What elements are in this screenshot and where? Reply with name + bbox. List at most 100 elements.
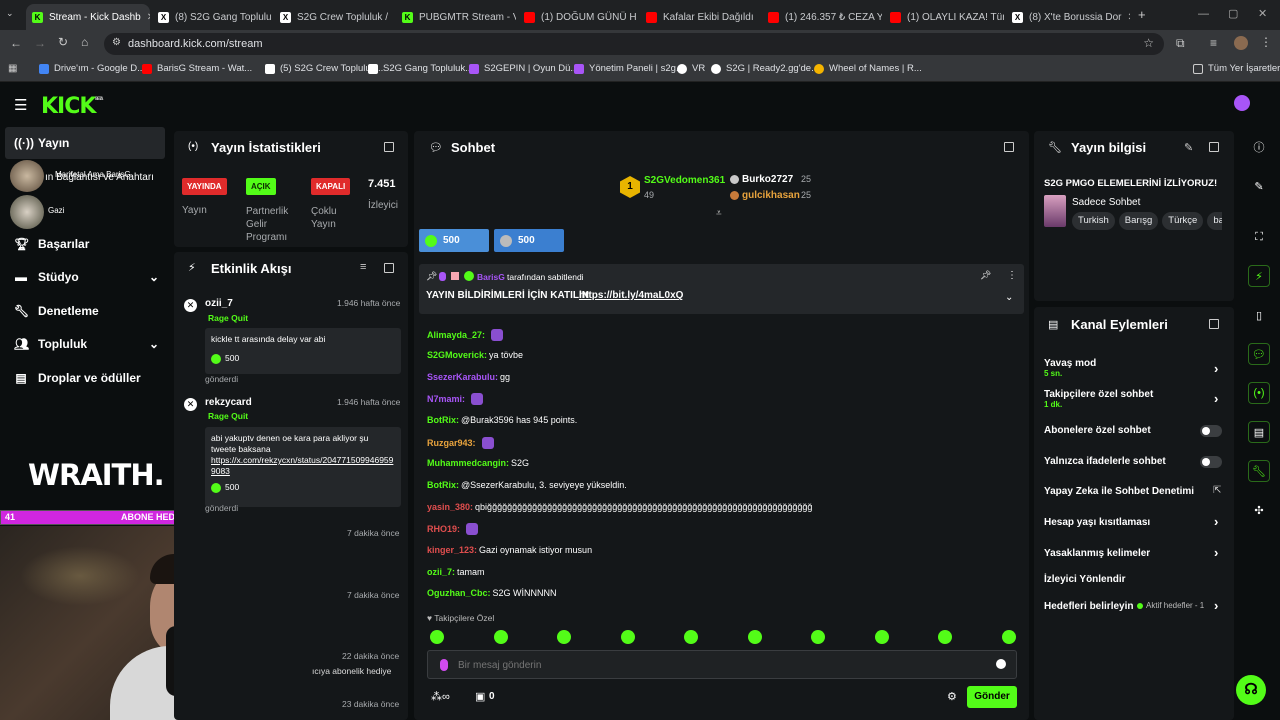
goals-row[interactable]: Hedefleri belirleyin [1044, 601, 1133, 612]
close-icon[interactable]: ✕ [637, 12, 638, 23]
followers-only-row[interactable]: Takipçilere özel sohbet 1 dk. [1044, 389, 1153, 409]
sidebar-item-droplar[interactable]: ▤ Droplar ve ödüller [14, 371, 140, 385]
popout-icon[interactable] [384, 263, 394, 273]
emote-icon[interactable] [620, 630, 635, 644]
message-link[interactable]: https://x.com/rekzycxn/status/2047715099… [211, 455, 395, 477]
chat-input-field[interactable] [427, 650, 1017, 679]
chat-username[interactable]: BotRix: [427, 480, 459, 490]
chat-username[interactable]: yasin_380: [427, 502, 473, 512]
filter-icon[interactable]: ≡ [360, 261, 366, 273]
wrench-tool-icon[interactable]: 🔧︎ [1248, 460, 1270, 482]
chat-username[interactable]: RHO19: [427, 524, 460, 534]
category-name[interactable]: Sadece Sohbet [1072, 197, 1140, 208]
user-avatar[interactable] [1234, 95, 1250, 111]
emote-icon[interactable] [493, 630, 508, 644]
chat-username[interactable]: Ruzgar943: [427, 438, 476, 448]
emote-icon[interactable] [557, 630, 571, 644]
back-icon[interactable]: ← [10, 36, 22, 50]
external-link-icon[interactable]: ⇱ [1213, 485, 1221, 496]
top-gifter-2[interactable]: Burko2727 [742, 174, 793, 185]
sidebar-item-denetleme[interactable]: 🔧︎ Denetleme [14, 304, 99, 318]
tab-youtube-3[interactable]: (1) 246.357 ₺ CEZA Y✕ [762, 4, 882, 30]
bookmark-s2g-crew[interactable]: (5) S2G Crew Topluluk... [265, 63, 383, 74]
popout-icon[interactable] [1004, 142, 1014, 152]
prediction-chip-1[interactable]: 500 [419, 229, 489, 252]
emote-icon[interactable] [747, 630, 762, 644]
close-icon[interactable]: ✕ [754, 12, 761, 23]
chevron-right-icon[interactable]: › [1214, 598, 1218, 613]
raid-row[interactable]: İzleyici Yönlendir [1044, 574, 1126, 585]
sidebar-item-basarilar[interactable]: 🏆︎ Başarılar [14, 237, 89, 251]
chat-username[interactable]: N7mami: [427, 394, 465, 404]
menu-icon[interactable]: ⋮ [1260, 35, 1272, 49]
popout-icon[interactable] [1209, 319, 1219, 329]
site-info-icon[interactable]: ⚙ [112, 37, 121, 48]
crop-icon[interactable]: ⛶ [1248, 226, 1270, 248]
emote-icon[interactable] [1001, 630, 1016, 644]
tab-search-icon[interactable]: ⌄ [6, 8, 14, 19]
bookmark-vr[interactable]: VR [677, 63, 705, 74]
chevron-right-icon[interactable]: › [1214, 391, 1218, 406]
info-icon[interactable]: ⓘ [1248, 136, 1270, 158]
tab-x-borussia[interactable]: X (8) X'te Borussia Dor✕ [1006, 4, 1130, 30]
kick-logo[interactable]: KICK BETA [41, 94, 103, 119]
chat-input[interactable] [458, 656, 978, 674]
chat-username[interactable]: BotRix: [427, 415, 459, 425]
pinned-by-user[interactable]: BarisG [477, 272, 505, 282]
prediction-chip-2[interactable]: 500 [494, 229, 564, 252]
chat-username[interactable]: S2GMoverick: [427, 350, 487, 360]
pen-icon[interactable]: ✎ [1248, 175, 1270, 197]
tab-youtube-1[interactable]: (1) DOĞUM GÜNÜ H✕ [518, 4, 638, 30]
broadcast-tool-icon[interactable]: (•) [1248, 382, 1270, 404]
tag[interactable]: ba [1207, 212, 1222, 230]
ai-moderation-row[interactable]: Yapay Zeka ile Sohbet Denetimi [1044, 486, 1194, 497]
bookmark-barisg[interactable]: BarisG Stream - Wat... [142, 63, 252, 74]
pinned-link[interactable]: https://bit.ly/4maL0xQ [579, 290, 683, 301]
emote-icon[interactable] [430, 630, 444, 644]
extensions-icon[interactable]: ⧉ [1176, 36, 1185, 51]
chat-username[interactable]: SsezerKarabulu: [427, 372, 498, 382]
all-bookmarks[interactable]: Tüm Yer İşaretleri [1193, 63, 1280, 74]
lightning-tool-icon[interactable]: ⚡︎ [1248, 265, 1270, 287]
bookmark-ready2gg[interactable]: S2G | Ready2.gg'de... [711, 63, 819, 74]
bookmark-s2g-gang[interactable]: S2G Gang Topluluk... [368, 63, 473, 74]
store-icon[interactable]: ▣ [475, 690, 485, 703]
tab-youtube-4[interactable]: (1) OLAYLI KAZA! Tür✕ [884, 4, 1004, 30]
tab-pubgmtr[interactable]: KPUBGMTR Stream - V✕ [396, 4, 516, 30]
panel-tool-icon[interactable]: ▤ [1248, 421, 1270, 443]
banned-words-row[interactable]: Yasaklanmış kelimeler [1044, 548, 1150, 559]
chat-username[interactable]: Alimayda_27: [427, 330, 485, 340]
more-icon[interactable]: ⋮ [1007, 270, 1017, 281]
emote-icon[interactable] [938, 630, 952, 644]
tab-s2g-crew[interactable]: X S2G Crew Topluluk /✕ [274, 4, 394, 30]
subscribers-only-toggle[interactable] [1200, 425, 1222, 437]
tag[interactable]: Barışg [1118, 212, 1159, 230]
activity-user[interactable]: ozii_7 [205, 298, 233, 309]
emote-icon[interactable] [684, 630, 698, 644]
emote-icon[interactable] [811, 630, 825, 644]
top-gifter-1[interactable]: S2GVedomen361 [644, 175, 725, 186]
emotes-only-toggle[interactable] [1200, 456, 1222, 468]
chat-tool-icon[interactable]: 💬︎ [1248, 343, 1270, 365]
bookmark-s2gepin[interactable]: S2GEPIN | Oyun Dü... [469, 63, 578, 74]
popout-icon[interactable] [384, 142, 394, 152]
tab-s2g-gang[interactable]: X(8) S2G Gang Topluluk✕ [152, 4, 272, 30]
bookmark-yonetim[interactable]: Yönetim Paneli | s2g... [574, 63, 684, 74]
close-icon[interactable]: ✕ [388, 12, 395, 23]
new-tab-icon[interactable]: + [1138, 7, 1146, 22]
close-icon[interactable]: ✕ [1122, 12, 1131, 23]
sidebar-item-yayin[interactable]: ((·)) Yayın [14, 136, 69, 150]
chevron-right-icon[interactable]: › [1214, 361, 1218, 376]
close-icon[interactable]: ✕ [141, 12, 150, 23]
chat-username[interactable]: Oguzhan_Cbc: [427, 588, 491, 598]
slow-mode-row[interactable]: Yavaş mod 5 sn. [1044, 358, 1096, 378]
forward-icon[interactable]: → [34, 36, 46, 50]
minimize-icon[interactable]: — [1198, 8, 1209, 20]
account-age-row[interactable]: Hesap yaşı kısıtlaması [1044, 517, 1150, 528]
maximize-icon[interactable]: ▢ [1228, 7, 1238, 20]
send-button[interactable]: Gönder [967, 686, 1017, 708]
bookmark-star-icon[interactable]: ☆ [1143, 36, 1154, 50]
activity-user[interactable]: rekzycard [205, 397, 252, 408]
downloads-icon[interactable]: ≡ [1210, 36, 1217, 50]
chevron-right-icon[interactable]: › [1214, 545, 1218, 560]
